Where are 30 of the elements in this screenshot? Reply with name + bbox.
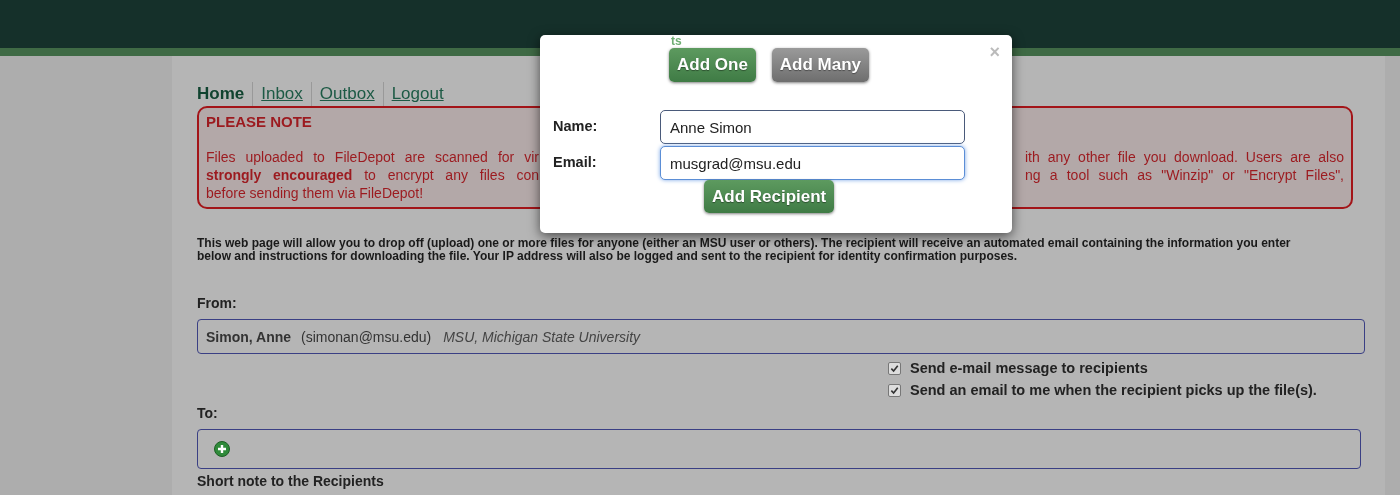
nav-tab[interactable]: Outbox [319,84,375,104]
mode-button[interactable]: Add One [669,48,756,82]
sender-name: Simon, Anne [206,328,292,345]
notice-title: PLEASE NOTE [206,113,312,130]
notice-text: ng a tool such as "Winzip" or "Encrypt Files", [1025,166,1344,184]
sender-email: (simonan@msu.edu) [301,328,432,345]
heading-fragment: ts [671,35,682,47]
mode-button[interactable]: Add Many [771,48,870,82]
checkbox[interactable] [888,383,901,397]
nav-tab[interactable]: Home [197,84,245,104]
add-icon[interactable] [214,441,230,457]
nav-tab[interactable]: Inbox [261,84,303,104]
notice-text: ith any other file you download. Users are also [1025,148,1344,166]
option-label: Send an email to me when the recipient picks up the file(s). [910,382,1317,398]
checkbox[interactable] [888,361,901,375]
sender-organization: MSU, Michigan State University [443,328,641,345]
input-field[interactable]: musgrad@msu.edu [660,146,965,180]
field-label: Name: [552,117,599,134]
field-label: Email: [552,153,598,170]
nav-tab[interactable]: Logout [391,84,444,104]
option-label: Send e-mail message to recipients [910,360,1148,376]
note-label: Short note to the Recipients [197,474,385,488]
from-label: From: [197,295,238,311]
description-text: This web page will allow you to drop off (upload) one or more files for anyone (either an MSU user or others). The recipient will receive an automated email containing the information you enter below and instructions for downloading the file. Your IP address will also be logged and sent to the recipient for identity confirmation purposes. [197,237,1292,263]
input-field[interactable]: Anne Simon [660,110,965,144]
notice-text: Files uploaded to FileDepot are scanned for vir [206,148,539,166]
add-recipient-button[interactable]: Add Recipient [704,180,835,213]
to-label: To: [197,405,219,421]
notice-text: before sending them via FileDepot! [206,184,425,202]
notice-text: strongly encouraged to encrypt any files con [206,166,539,184]
